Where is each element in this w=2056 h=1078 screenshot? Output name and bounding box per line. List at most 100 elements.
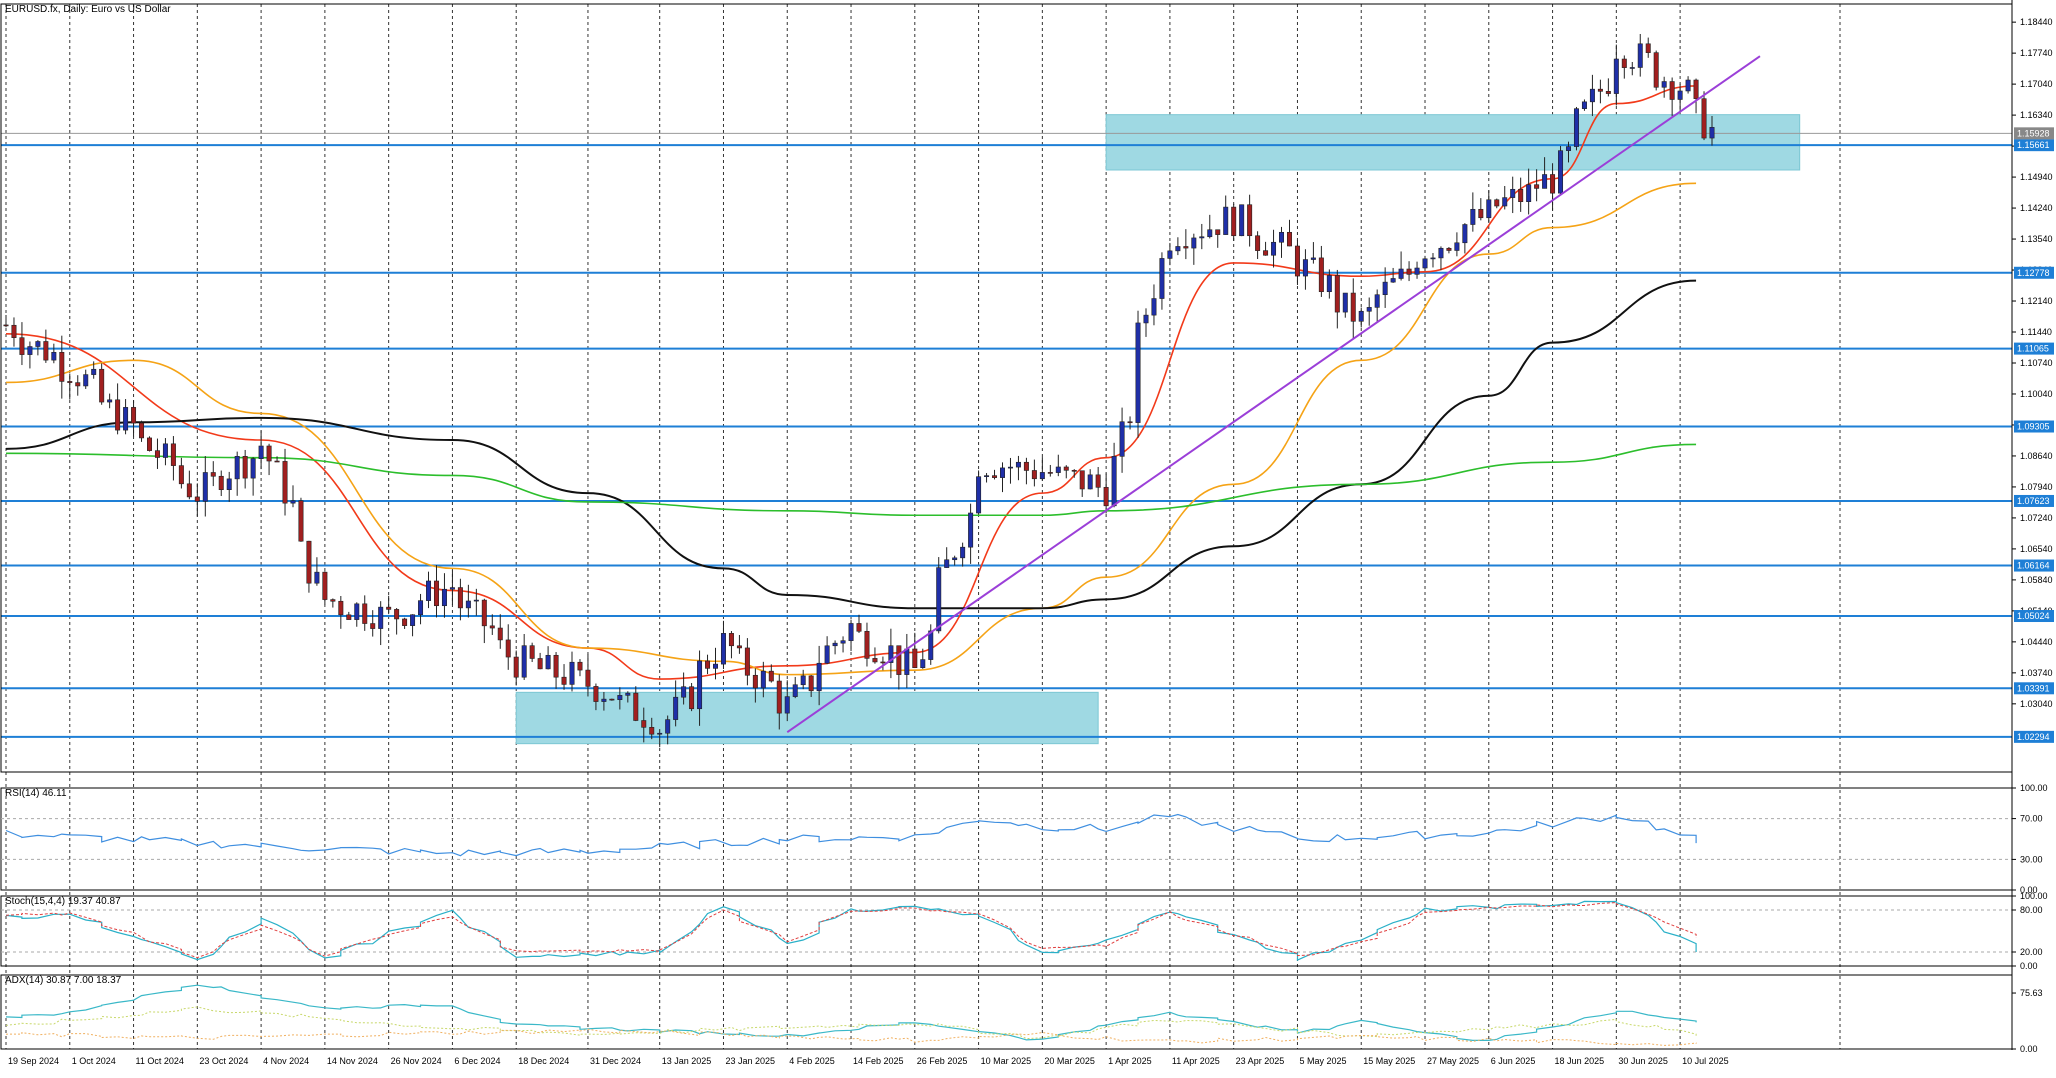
bear-candle	[154, 450, 160, 458]
bear-candle	[282, 461, 288, 504]
bull-candle	[1414, 267, 1420, 275]
bear-candle	[481, 599, 487, 627]
bull-candle	[984, 475, 990, 477]
bull-candle	[665, 719, 671, 734]
bear-candle	[1669, 81, 1675, 100]
bear-candle	[1255, 235, 1261, 251]
bear-candle	[346, 614, 352, 620]
bear-candle	[1494, 199, 1500, 207]
bear-candle	[577, 661, 583, 671]
price-tick-label: 1.07240	[2020, 513, 2053, 523]
bull-candle	[1430, 257, 1436, 260]
bull-candle	[1015, 461, 1021, 468]
bull-candle	[1470, 208, 1476, 225]
date-label: 1 Oct 2024	[72, 1056, 116, 1066]
bull-candle	[35, 341, 41, 347]
bear-candle	[1095, 474, 1101, 488]
stoch-tick-label: 80.00	[2020, 905, 2043, 915]
bear-candle	[362, 603, 368, 624]
bear-candle	[370, 623, 376, 629]
bull-candle	[976, 476, 982, 514]
bull-candle	[601, 698, 607, 702]
bear-candle	[43, 341, 49, 361]
stoch-label: Stoch(15,4,4) 19.37 40.87	[5, 896, 121, 907]
bear-candle	[689, 686, 695, 710]
bull-candle	[1558, 150, 1564, 194]
bear-candle	[744, 647, 750, 676]
bear-candle	[561, 676, 567, 685]
bull-candle	[1151, 298, 1157, 316]
bull-candle	[83, 374, 89, 387]
bull-candle	[521, 645, 527, 678]
date-label: 18 Dec 2024	[518, 1056, 569, 1066]
bull-candle	[697, 660, 703, 710]
bull-candle	[952, 557, 958, 561]
bull-candle	[1637, 43, 1643, 68]
bear-candle	[728, 633, 734, 647]
bear-candle	[585, 669, 591, 687]
bear-candle	[170, 443, 176, 466]
price-zone	[1105, 114, 1801, 171]
date-label: 5 May 2025	[1299, 1056, 1346, 1066]
bear-candle	[59, 351, 65, 382]
bull-candle	[1310, 257, 1316, 260]
bear-candle	[99, 368, 105, 403]
bear-candle	[1518, 188, 1524, 202]
bear-candle	[1645, 43, 1651, 53]
bull-candle	[1111, 456, 1117, 507]
bull-candle	[1502, 197, 1508, 207]
price-tick-label: 1.17040	[2020, 79, 2053, 89]
bull-candle	[1143, 314, 1149, 324]
bull-candle	[657, 732, 663, 735]
bear-candle	[1701, 98, 1707, 139]
bull-candle	[1581, 101, 1587, 109]
adx-tick-label: 0.00	[2020, 1044, 2038, 1054]
bull-candle	[1486, 199, 1492, 219]
bear-candle	[609, 698, 615, 701]
bear-candle	[1653, 52, 1659, 88]
date-label: 23 Apr 2025	[1236, 1056, 1285, 1066]
price-tick-label: 1.17740	[2020, 48, 2053, 58]
date-label: 23 Jan 2025	[725, 1056, 775, 1066]
bull-candle	[824, 645, 830, 664]
bull-candle	[1510, 188, 1516, 198]
symbol-title: EURUSD.fx, Daily: Euro vs US Dollar	[5, 4, 171, 15]
bull-candle	[1119, 421, 1125, 457]
date-label: 31 Dec 2024	[590, 1056, 641, 1066]
bear-candle	[553, 654, 559, 678]
date-axis: 19 Sep 2024 1 Oct 2024 11 Oct 2024 23 Oct 2…	[8, 1056, 1729, 1066]
bull-candle	[1135, 322, 1141, 423]
bear-candle	[872, 658, 878, 663]
bull-candle	[840, 640, 846, 644]
bear-candle	[1263, 250, 1269, 256]
bear-candle	[139, 422, 145, 439]
bear-candle	[1047, 472, 1053, 474]
bull-candle	[1542, 174, 1548, 189]
price-tick-label: 1.11440	[2020, 327, 2052, 337]
date-label: 26 Nov 2024	[391, 1056, 442, 1066]
bull-candle	[473, 599, 479, 602]
bear-candle	[1247, 204, 1253, 237]
bear-candle	[266, 445, 272, 462]
bull-candle	[1589, 88, 1595, 103]
price-tick-label: 1.12140	[2020, 296, 2053, 306]
bull-candle	[234, 456, 240, 480]
bear-candle	[67, 381, 73, 383]
bull-candle	[1159, 258, 1165, 299]
bear-candle	[178, 465, 184, 485]
bull-candle	[1302, 259, 1308, 277]
trading-chart[interactable]: 1.184401.177401.170401.163401.156401.149…	[0, 0, 2056, 1073]
date-label: 4 Feb 2025	[789, 1056, 835, 1066]
bear-candle	[457, 587, 463, 609]
level-badge-label: 1.05024	[2017, 611, 2050, 621]
bear-candle	[1127, 421, 1133, 424]
price-tick-label: 1.04440	[2020, 637, 2053, 647]
price-tick-label: 1.14940	[2020, 172, 2053, 182]
bear-candle	[1231, 206, 1237, 237]
bear-candle	[912, 648, 918, 669]
bull-candle	[226, 478, 232, 490]
bull-candle	[848, 623, 854, 641]
bear-candle	[1079, 470, 1085, 490]
level-badge-label: 1.11065	[2017, 344, 2049, 354]
chart-canvas[interactable]: 1.184401.177401.170401.163401.156401.149…	[0, 0, 2056, 1073]
